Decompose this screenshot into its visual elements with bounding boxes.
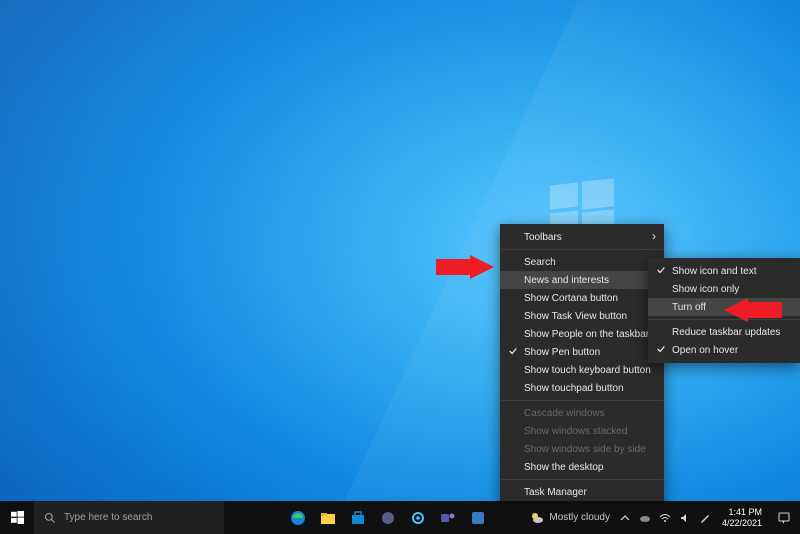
menu-item-stacked: Show windows stacked: [500, 422, 664, 440]
menu-item-side-by-side: Show windows side by side: [500, 440, 664, 458]
menu-item-show-touch-keyboard[interactable]: Show touch keyboard button: [500, 361, 664, 379]
submenu-item-reduce-updates[interactable]: Reduce taskbar updates: [648, 323, 800, 341]
tray-onedrive[interactable]: [636, 501, 654, 534]
windows-icon: [11, 511, 24, 524]
chevron-up-icon: [620, 513, 630, 523]
menu-item-show-pen[interactable]: Show Pen button: [500, 343, 664, 361]
folder-icon: [320, 510, 336, 526]
menu-item-show-cortana[interactable]: Show Cortana button: [500, 289, 664, 307]
clock-time: 1:41 PM: [722, 507, 762, 517]
tray-pen[interactable]: [696, 501, 714, 534]
system-tray: [616, 501, 716, 534]
taskbar-app-settings[interactable]: [404, 501, 432, 534]
cloud-icon: [639, 512, 651, 524]
submenu-item-open-on-hover[interactable]: Open on hover: [648, 341, 800, 359]
submenu-item-show-icon-text[interactable]: Show icon and text: [648, 262, 800, 280]
menu-item-show-desktop[interactable]: Show the desktop: [500, 458, 664, 476]
news-and-interests-widget[interactable]: Mostly cloudy: [524, 501, 616, 534]
tray-network[interactable]: [656, 501, 674, 534]
search-input[interactable]: Type here to search: [34, 501, 224, 534]
submenu-item-show-icon-only[interactable]: Show icon only: [648, 280, 800, 298]
menu-separator: [501, 400, 663, 401]
taskbar-app-edge[interactable]: [284, 501, 312, 534]
menu-item-show-people[interactable]: Show People on the taskbar: [500, 325, 664, 343]
menu-item-toolbars[interactable]: Toolbars: [500, 228, 664, 246]
taskbar-app-explorer[interactable]: [314, 501, 342, 534]
weather-icon: [530, 511, 544, 525]
taskbar-app-generic-2[interactable]: [464, 501, 492, 534]
speaker-icon: [679, 512, 691, 524]
menu-item-news-and-interests[interactable]: News and interests: [500, 271, 664, 289]
search-placeholder: Type here to search: [64, 512, 152, 523]
taskbar: Type here to search Mostly cloudy 1:41 P…: [0, 501, 800, 534]
store-icon: [350, 510, 366, 526]
annotation-arrow-right: [724, 298, 782, 322]
wifi-icon: [659, 512, 671, 524]
check-icon: [656, 344, 666, 354]
tray-volume[interactable]: [676, 501, 694, 534]
action-center[interactable]: [768, 501, 800, 534]
gear-icon: [410, 510, 426, 526]
check-icon: [656, 265, 666, 275]
menu-item-task-manager[interactable]: Task Manager: [500, 483, 664, 501]
menu-item-cascade: Cascade windows: [500, 404, 664, 422]
edge-icon: [290, 510, 306, 526]
clock-date: 4/22/2021: [722, 518, 762, 528]
menu-separator: [501, 479, 663, 480]
taskbar-context-menu: Toolbars Search News and interests Show …: [500, 224, 664, 534]
menu-item-show-touchpad[interactable]: Show touchpad button: [500, 379, 664, 397]
menu-item-search[interactable]: Search: [500, 253, 664, 271]
taskbar-app-store[interactable]: [344, 501, 372, 534]
tray-chevron[interactable]: [616, 501, 634, 534]
search-icon: [44, 512, 56, 524]
app-icon: [380, 510, 396, 526]
taskbar-app-generic-1[interactable]: [374, 501, 402, 534]
start-button[interactable]: [0, 501, 34, 534]
weather-label: Mostly cloudy: [549, 512, 610, 523]
taskbar-pinned-apps: [284, 501, 492, 534]
clock[interactable]: 1:41 PM 4/22/2021: [716, 501, 768, 534]
taskbar-app-teams[interactable]: [434, 501, 462, 534]
annotation-arrow-left: [436, 255, 494, 279]
app-icon: [470, 510, 486, 526]
check-icon: [508, 346, 518, 356]
teams-icon: [440, 510, 456, 526]
menu-separator: [501, 249, 663, 250]
notification-icon: [777, 511, 791, 525]
pen-icon: [699, 512, 711, 524]
menu-item-show-task-view[interactable]: Show Task View button: [500, 307, 664, 325]
